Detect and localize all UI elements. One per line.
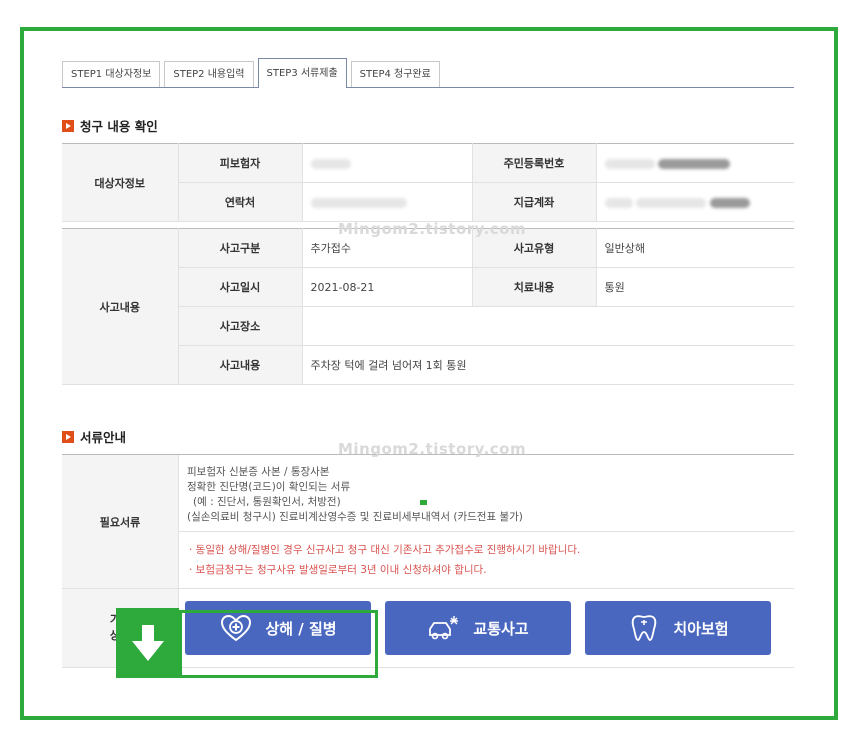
tab-step1[interactable]: STEP1 대상자정보 [62,61,161,87]
accident-type-label: 사고구분 [177,228,302,268]
table-row: 대상자정보 피보험자 주민등록번호 [62,143,794,222]
down-arrow-icon [116,608,179,678]
contact-value [301,182,472,222]
section-arrow-icon [62,430,74,443]
accident-info-table: 사고내용 사고구분 추가접수 사고유형 일반상해 사고일시 2021-08-21… [62,228,794,385]
notice-item: · 동일한 상해/질병인 경우 신규사고 청구 대신 기존사고 추가접수로 진행… [189,544,581,556]
accident-place-label: 사고장소 [177,306,302,346]
resident-no-value [595,143,794,183]
accident-content-value: 주차장 턱에 걸려 넘어져 1회 통원 [301,345,794,385]
subject-group-label: 대상자정보 [62,143,178,222]
tooth-icon [632,615,657,641]
payment-account-label: 지급계좌 [471,182,596,222]
accident-date-label: 사고일시 [177,267,302,307]
selected-button-highlight [179,610,378,678]
required-docs-list: 피보험자 신분증 사본 / 통장사본 정확한 진단명(코드)이 확인되는 서류 … [179,455,794,531]
treatment-label: 치료내용 [471,267,596,307]
watermark: Mingom2.tistory.com [338,220,527,238]
watermark: Mingom2.tistory.com [338,440,527,458]
tab-step2[interactable]: STEP2 내용입력 [164,61,254,87]
list-item: 정확한 진단명(코드)이 확인되는 서류 [187,481,351,493]
contact-label: 연락처 [177,182,302,222]
step-tabs: STEP1 대상자정보 STEP2 내용입력 STEP3 서류제출 STEP4 … [62,58,794,88]
required-docs-label: 필요서류 [62,455,178,589]
list-item: 피보험자 신분증 사본 / 통장사본 [187,466,330,478]
dental-insurance-button[interactable]: 치아보험 [585,601,771,655]
car-crash-icon [429,616,459,640]
tab-step3[interactable]: STEP3 서류제출 [257,58,347,88]
claim-form: STEP1 대상자정보 STEP2 내용입력 STEP3 서류제출 STEP4 … [62,58,794,668]
accident-date-value: 2021-08-21 [301,267,472,307]
tab-step4[interactable]: STEP4 청구완료 [350,61,440,87]
traffic-accident-button[interactable]: 교통사고 [385,601,571,655]
accident-kind-value: 일반상해 [595,228,794,268]
insured-label: 피보험자 [177,143,302,183]
list-item: (실손의료비 청구시) 진료비계산영수증 및 진료비세부내역서 (카드전표 불가… [187,511,523,523]
subject-info-table: 대상자정보 피보험자 주민등록번호 연락처 지급계좌 [62,143,794,222]
accident-content-label: 사고내용 [177,345,302,385]
payment-account-value [595,182,794,222]
required-docs-content: 피보험자 신분증 사본 / 통장사본 정확한 진단명(코드)이 확인되는 서류 … [178,455,794,589]
notice-list: · 동일한 상해/질병인 경우 신규사고 청구 대신 기존사고 추가접수로 진행… [179,531,794,588]
accident-group-label: 사고내용 [62,228,178,385]
claim-section-title: 청구 내용 확인 [62,116,794,135]
accident-place-value [301,306,794,346]
treatment-value: 통원 [595,267,794,307]
resident-no-label: 주민등록번호 [471,143,596,183]
list-item: (예 : 진단서, 통원확인서, 처방전) [193,496,341,508]
insured-value [301,143,472,183]
marker-dot [420,500,427,505]
section-arrow-icon [62,119,74,132]
notice-item: · 보험금청구는 청구사유 발생일로부터 3년 이내 신청하셔야 합니다. [189,564,487,576]
